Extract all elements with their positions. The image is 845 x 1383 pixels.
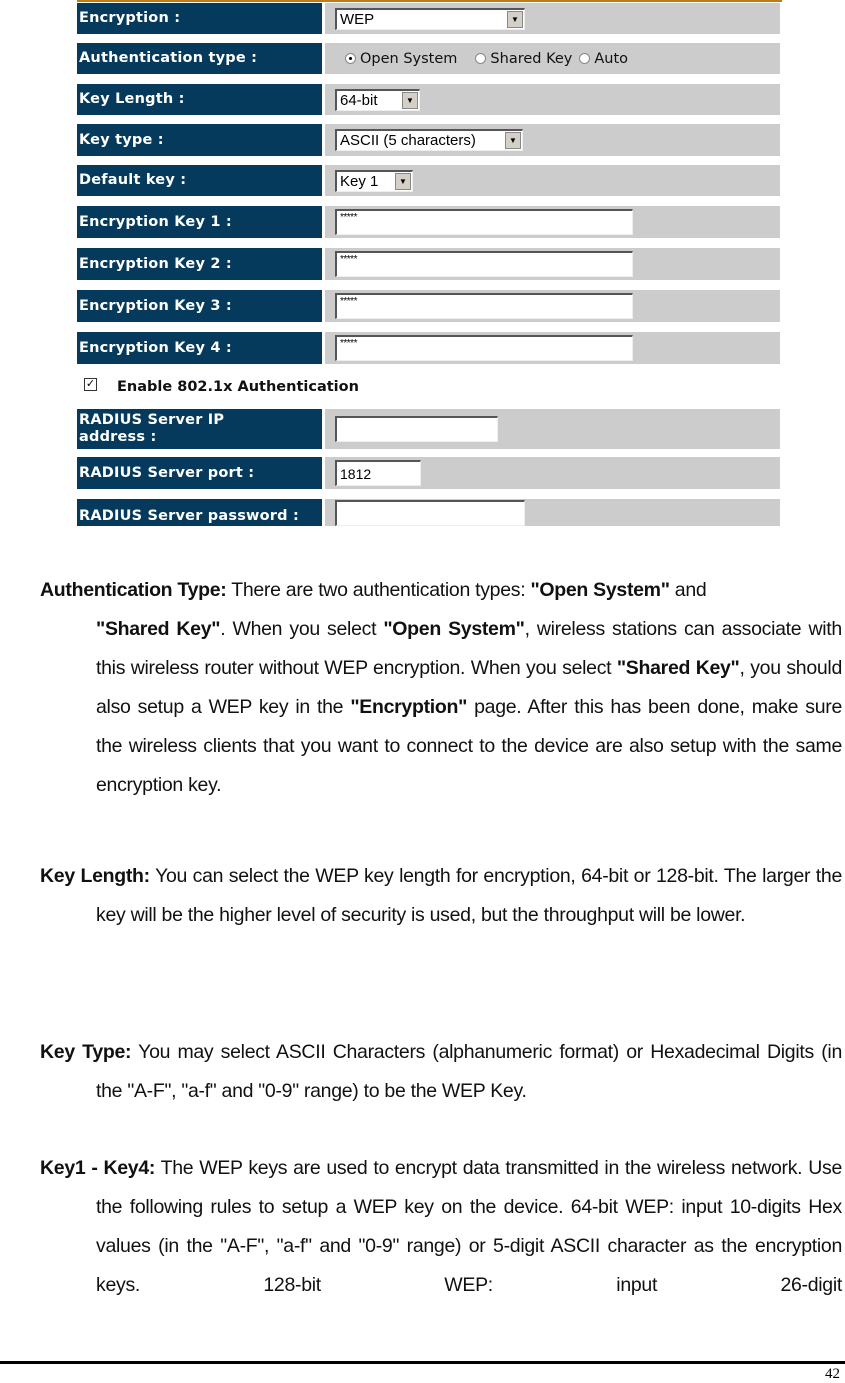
chevron-down-icon[interactable]: ▼ xyxy=(402,91,418,109)
key-length-row: Key Length : 64-bit ▼ xyxy=(77,84,780,115)
radio-label: Open System xyxy=(360,50,458,67)
encryption-key-3-input[interactable]: ***** xyxy=(335,293,633,319)
encryption-key-3-row: Encryption Key 3 : ***** xyxy=(77,290,780,322)
default-key-select[interactable]: Key 1 ▼ xyxy=(335,169,413,192)
term: Authentication Type: xyxy=(40,579,227,601)
emphasis: "Shared Key" xyxy=(96,618,221,640)
key-type-label: Key type : xyxy=(77,124,322,156)
radius-password-row: RADIUS Server password : xyxy=(77,499,780,526)
encryption-select[interactable]: WEP ▼ xyxy=(335,7,525,30)
key-type-value: ASCII (5 characters) xyxy=(340,132,476,149)
text: You may select ASCII Characters (alphanu… xyxy=(96,1041,842,1102)
text: You can select the WEP key length for en… xyxy=(96,865,842,926)
emphasis: "Encryption" xyxy=(350,696,468,718)
term: Key1 - Key4: xyxy=(40,1157,156,1179)
encryption-key-4-input[interactable]: ***** xyxy=(335,335,633,361)
radius-ip-label: RADIUS Server IP address : xyxy=(77,409,322,449)
encryption-value: WEP xyxy=(340,10,375,28)
radio-auto[interactable]: Auto xyxy=(579,51,628,67)
chevron-down-icon[interactable]: ▼ xyxy=(507,10,523,28)
encryption-key-2-input[interactable]: ***** xyxy=(335,251,633,277)
radio-icon[interactable] xyxy=(475,53,487,64)
radius-port-input[interactable]: 1812 xyxy=(335,460,421,486)
term: Key Type: xyxy=(40,1041,132,1063)
checkmark-icon: ✓ xyxy=(85,378,96,390)
key-length-value: 64-bit xyxy=(340,91,378,109)
key-length-paragraph: Key Length: You can select the WEP key l… xyxy=(40,857,842,935)
key-type-paragraph: Key Type: You may select ASCII Character… xyxy=(40,1033,842,1111)
key-type-row: Key type : ASCII (5 characters) ▼ xyxy=(77,124,780,156)
encryption-key-4-row: Encryption Key 4 : ***** xyxy=(77,332,780,364)
emphasis: "Open System" xyxy=(383,618,525,640)
enable-8021x-label: Enable 802.1x Authentication xyxy=(117,379,359,395)
page-number: 42 xyxy=(825,1366,840,1382)
encryption-key-1-row: Encryption Key 1 : ***** xyxy=(77,206,780,238)
footer-divider xyxy=(0,1361,845,1364)
screenshot-top-border xyxy=(77,0,782,2)
default-key-row: Default key : Key 1 ▼ xyxy=(77,165,780,196)
radius-password-label: RADIUS Server password : xyxy=(77,499,322,526)
key-type-select[interactable]: ASCII (5 characters) ▼ xyxy=(335,129,523,151)
enable-8021x-checkbox[interactable]: ✓ xyxy=(84,378,97,391)
default-key-value: Key 1 xyxy=(340,172,379,190)
radio-icon[interactable] xyxy=(579,53,591,64)
auth-type-row: Authentication type : Open System Shared… xyxy=(77,43,780,74)
radius-ip-row: RADIUS Server IP address : xyxy=(77,409,780,449)
text: . When you select xyxy=(220,618,384,640)
radio-label: Shared Key xyxy=(490,50,573,67)
text: and xyxy=(669,579,707,601)
radio-selected-icon[interactable] xyxy=(345,53,356,64)
auth-type-paragraph: Authentication Type: There are two authe… xyxy=(40,571,842,805)
encryption-key-1-label: Encryption Key 1 : xyxy=(77,206,322,238)
radius-password-input[interactable] xyxy=(335,500,525,526)
auth-type-label: Authentication type : xyxy=(77,43,322,74)
text: The WEP keys are used to encrypt data tr… xyxy=(96,1157,842,1296)
text: There are two authentication types: xyxy=(226,579,531,601)
chevron-down-icon[interactable]: ▼ xyxy=(505,132,521,149)
encryption-key-3-label: Encryption Key 3 : xyxy=(77,290,322,322)
encryption-label: Encryption : xyxy=(77,3,322,34)
emphasis: "Shared Key" xyxy=(616,657,740,679)
keys-paragraph: Key1 - Key4: The WEP keys are used to en… xyxy=(40,1149,842,1305)
encryption-key-2-label: Encryption Key 2 : xyxy=(77,248,322,280)
key-length-label: Key Length : xyxy=(77,84,322,115)
default-key-label: Default key : xyxy=(77,165,322,196)
radio-shared-key[interactable]: Shared Key xyxy=(475,51,572,67)
chevron-down-icon[interactable]: ▼ xyxy=(395,172,411,190)
encryption-row: Encryption : WEP ▼ xyxy=(77,3,780,34)
key-length-select[interactable]: 64-bit ▼ xyxy=(335,88,420,111)
term: Key Length: xyxy=(40,865,150,887)
encryption-key-4-label: Encryption Key 4 : xyxy=(77,332,322,364)
emphasis: "Open System" xyxy=(530,579,670,601)
encryption-key-2-row: Encryption Key 2 : ***** xyxy=(77,248,780,280)
encryption-key-1-input[interactable]: ***** xyxy=(335,209,633,235)
radius-port-row: RADIUS Server port : 1812 xyxy=(77,457,780,489)
radio-open-system[interactable]: Open System xyxy=(345,51,457,67)
radius-ip-input[interactable] xyxy=(335,416,498,442)
radio-label: Auto xyxy=(594,50,629,67)
radius-port-label: RADIUS Server port : xyxy=(77,457,322,489)
